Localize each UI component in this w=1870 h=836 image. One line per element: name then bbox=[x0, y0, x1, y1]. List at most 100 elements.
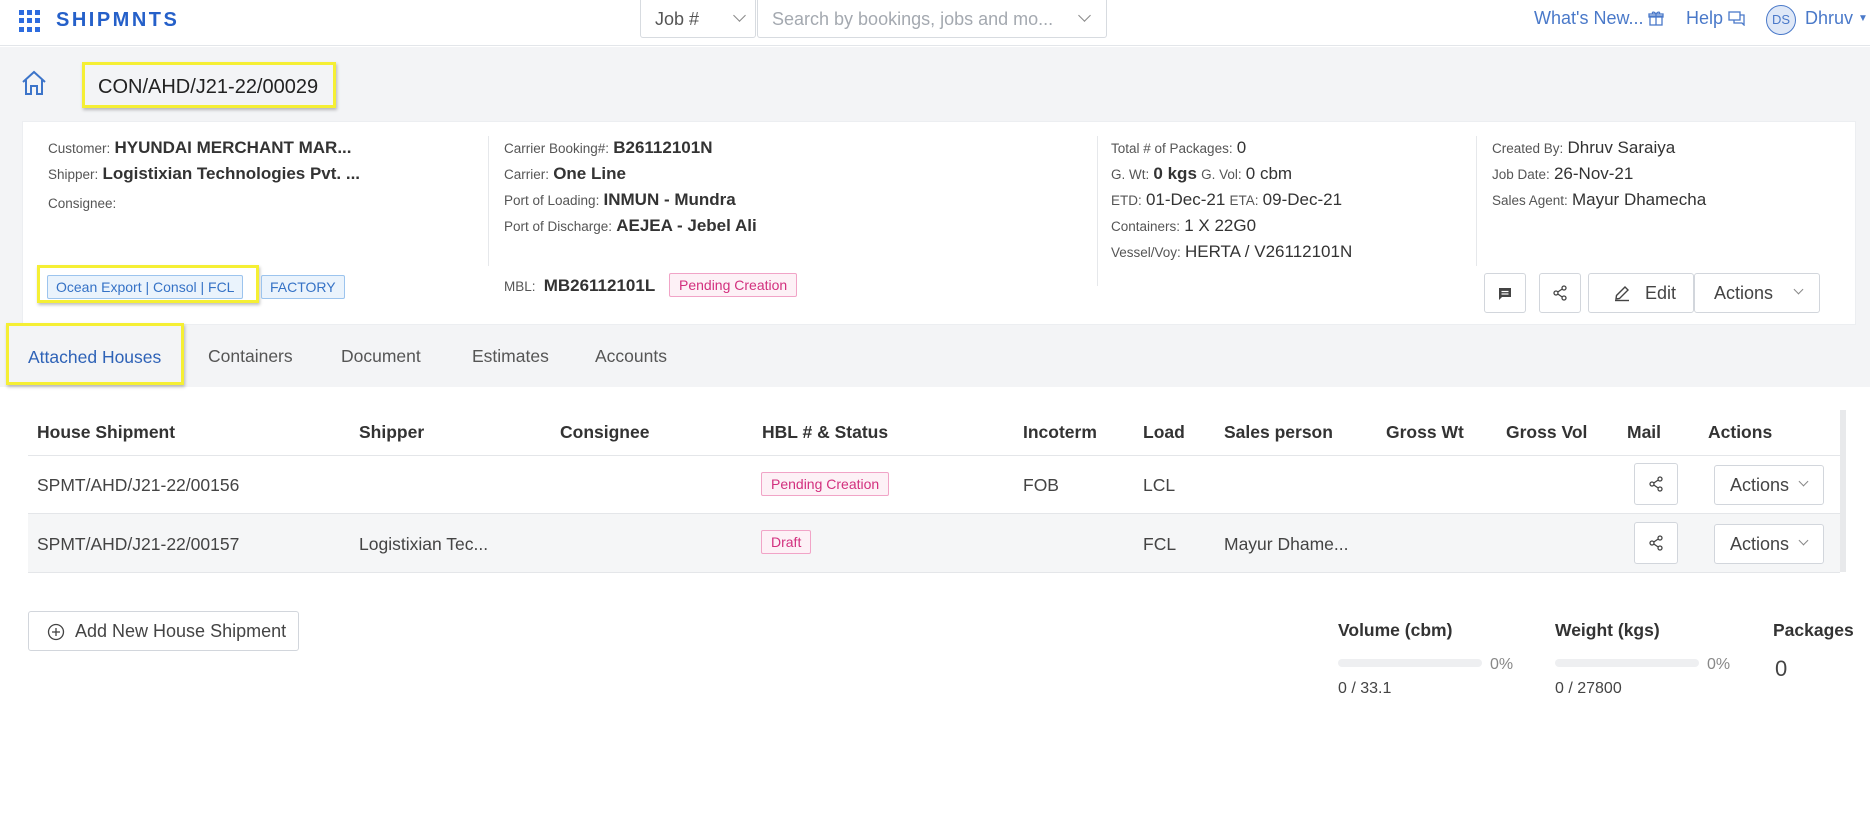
vessel-value: HERTA / V26112101N bbox=[1184, 242, 1353, 261]
row-actions-button[interactable]: Actions bbox=[1714, 465, 1824, 505]
add-house-shipment-button[interactable]: Add New House Shipment bbox=[28, 611, 299, 651]
share-icon bbox=[1553, 285, 1567, 301]
sales-agent-row: Sales Agent: Mayur Dhamecha bbox=[1492, 190, 1706, 210]
mail-share-button[interactable] bbox=[1634, 522, 1678, 564]
divider bbox=[28, 455, 1840, 456]
job-date-value: 26-Nov-21 bbox=[1553, 164, 1634, 183]
table-row bbox=[28, 514, 1840, 572]
comment-icon bbox=[1499, 288, 1511, 300]
tab-estimates[interactable]: Estimates bbox=[472, 346, 549, 367]
edit-button[interactable]: Edit bbox=[1588, 273, 1694, 313]
actions-button[interactable]: Actions bbox=[1694, 273, 1820, 313]
search-input[interactable]: Search by bookings, jobs and mo... bbox=[757, 0, 1107, 38]
brand-logo[interactable]: SHIPMNTS bbox=[56, 9, 179, 32]
mbl-status-badge[interactable]: Pending Creation bbox=[669, 273, 798, 297]
carrier-booking-row: Carrier Booking#: B26112101N bbox=[504, 138, 712, 158]
user-name: Dhruv bbox=[1805, 8, 1854, 28]
hbl-status-badge[interactable]: Pending Creation bbox=[761, 472, 890, 496]
pol-row: Port of Loading: INMUN - Mundra bbox=[504, 190, 736, 210]
gross-volume-value: 0 cbm bbox=[1245, 164, 1293, 183]
tab-containers[interactable]: Containers bbox=[208, 346, 293, 367]
col-house-shipment: House Shipment bbox=[37, 422, 176, 442]
shipper-row: Shipper: Logistixian Technologies Pvt. .… bbox=[48, 164, 360, 184]
weight-label: Weight (kgs) bbox=[1555, 620, 1660, 640]
weight-value: 0 / 27800 bbox=[1555, 680, 1622, 697]
pencil-icon bbox=[1615, 286, 1629, 302]
eta-label: ETA: bbox=[1229, 193, 1259, 208]
house-shipment-link[interactable]: SPMT/AHD/J21-22/00157 bbox=[37, 534, 239, 555]
containers-row: Containers: 1 X 22G0 bbox=[1111, 216, 1256, 236]
divider bbox=[1476, 136, 1477, 266]
gross-volume-label: G. Vol: bbox=[1201, 167, 1242, 182]
packages-label: Total # of Packages: bbox=[1111, 141, 1233, 156]
col-mail: Mail bbox=[1627, 422, 1662, 442]
notes-button[interactable] bbox=[1484, 273, 1526, 313]
chevron-down-icon bbox=[1793, 284, 1804, 295]
col-sales-person: Sales person bbox=[1224, 422, 1333, 442]
chevron-down-icon bbox=[1078, 9, 1091, 22]
job-number: CON/AHD/J21-22/00029 bbox=[98, 76, 319, 98]
divider bbox=[1097, 136, 1098, 286]
packages-total-value: 0 bbox=[1775, 656, 1788, 681]
caret-down-icon: ▼ bbox=[1858, 13, 1868, 24]
sales-agent-value: Mayur Dhamecha bbox=[1571, 190, 1707, 209]
chevron-down-icon bbox=[733, 9, 746, 22]
col-load: Load bbox=[1143, 422, 1185, 442]
col-consignee: Consignee bbox=[560, 422, 650, 442]
top-bar: SHIPMNTS Job # Search by bookings, jobs … bbox=[0, 0, 1870, 46]
volume-progress-bar bbox=[1338, 659, 1482, 667]
home-icon[interactable] bbox=[20, 70, 48, 96]
whats-new-label: What's New... bbox=[1534, 8, 1644, 28]
job-date-label: Job Date: bbox=[1492, 167, 1550, 182]
vessel-label: Vessel/Voy: bbox=[1111, 245, 1181, 260]
pol-value: INMUN - Mundra bbox=[603, 190, 736, 209]
shipper-value[interactable]: Logistixian Technologies Pvt. ... bbox=[102, 164, 360, 183]
tab-attached-houses[interactable]: Attached Houses bbox=[6, 323, 184, 385]
hbl-status-badge[interactable]: Draft bbox=[761, 530, 812, 554]
row-actions-label: Actions bbox=[1730, 534, 1790, 554]
chevron-down-icon bbox=[1798, 535, 1809, 546]
tab-accounts[interactable]: Accounts bbox=[595, 346, 667, 367]
whats-new-link[interactable]: What's New... bbox=[1534, 8, 1665, 29]
packages-value: 0 bbox=[1236, 138, 1247, 157]
row-actions-button[interactable]: Actions bbox=[1714, 524, 1824, 564]
carrier-row: Carrier: One Line bbox=[504, 164, 626, 184]
edit-button-label: Edit bbox=[1645, 283, 1677, 303]
etd-value: 01-Dec-21 bbox=[1145, 190, 1226, 209]
pol-label: Port of Loading: bbox=[504, 193, 600, 208]
table-scrollbar[interactable] bbox=[1840, 410, 1846, 572]
sales-agent-label: Sales Agent: bbox=[1492, 193, 1568, 208]
volume-percent: 0% bbox=[1490, 656, 1514, 673]
avatar[interactable]: DS bbox=[1766, 5, 1796, 35]
job-date-row: Job Date: 26-Nov-21 bbox=[1492, 164, 1633, 184]
etd-label: ETD: bbox=[1111, 193, 1142, 208]
consignee-label: Consignee: bbox=[48, 196, 117, 211]
row-actions-label: Actions bbox=[1730, 475, 1790, 495]
share-icon bbox=[1649, 476, 1663, 492]
plus-circle-icon bbox=[47, 623, 65, 641]
customer-label: Customer: bbox=[48, 141, 111, 156]
apps-grid-icon[interactable] bbox=[19, 10, 41, 32]
job-type-tag: Ocean Export | Consol | FCL bbox=[47, 275, 244, 299]
tab-document[interactable]: Document bbox=[341, 346, 421, 367]
created-by-label: Created By: bbox=[1492, 141, 1564, 156]
share-button[interactable] bbox=[1539, 273, 1581, 313]
col-gross-vol: Gross Vol bbox=[1506, 422, 1588, 442]
help-link[interactable]: Help bbox=[1686, 8, 1746, 29]
share-icon bbox=[1649, 535, 1663, 551]
mail-share-button[interactable] bbox=[1634, 463, 1678, 505]
shipper-cell: Logistixian Tec... bbox=[359, 534, 489, 554]
gross-weight-label: G. Wt: bbox=[1111, 167, 1150, 182]
customer-value[interactable]: HYUNDAI MERCHANT MAR... bbox=[114, 138, 351, 157]
gift-icon bbox=[1648, 11, 1665, 26]
house-shipment-link[interactable]: SPMT/AHD/J21-22/00156 bbox=[37, 475, 239, 496]
user-menu[interactable]: Dhruv ▼ bbox=[1805, 8, 1868, 29]
job-type-select-value: Job # bbox=[655, 9, 700, 29]
actions-button-label: Actions bbox=[1714, 283, 1774, 303]
divider bbox=[28, 572, 1840, 573]
volume-label: Volume (cbm) bbox=[1338, 620, 1453, 640]
pod-value: AEJEA - Jebel Ali bbox=[616, 216, 757, 235]
job-type-select[interactable]: Job # bbox=[640, 0, 756, 38]
mbl-value: MB26112101L bbox=[543, 276, 656, 295]
carrier-booking-value: B26112101N bbox=[613, 138, 713, 157]
